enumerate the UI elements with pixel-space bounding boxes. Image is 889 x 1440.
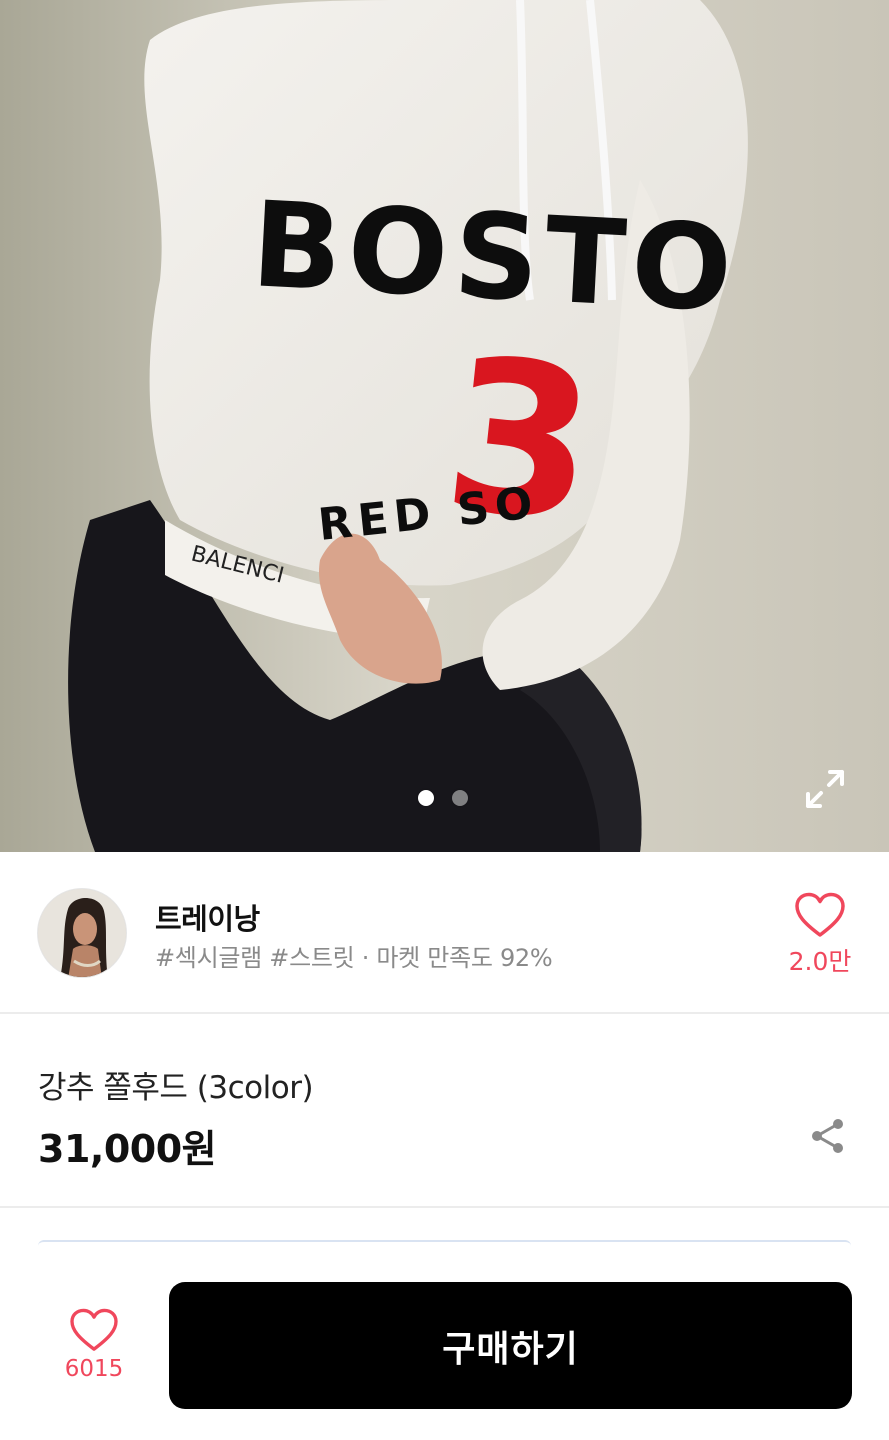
product-info: 강추 쫄후드 (3color) 31,000원 bbox=[0, 1014, 889, 1208]
shop-tags: #섹시글램 #스트릿 · 마켓 만족도 92% bbox=[155, 944, 553, 972]
share-icon bbox=[812, 1119, 843, 1153]
buy-button[interactable]: 구매하기 bbox=[169, 1282, 852, 1409]
wish-button[interactable]: 6015 bbox=[52, 1308, 136, 1382]
heart-outline-icon bbox=[70, 1308, 118, 1351]
shop-like-count: 2.0만 bbox=[788, 947, 852, 976]
carousel-dot-1[interactable] bbox=[418, 790, 434, 806]
product-photo[interactable]: BALENCI BOSTO 3 RED SO bbox=[0, 0, 889, 852]
heart-outline-icon bbox=[795, 892, 845, 937]
product-price: 31,000원 bbox=[38, 1127, 217, 1171]
avatar-image bbox=[38, 889, 126, 977]
buy-button-label: 구매하기 bbox=[442, 1327, 579, 1369]
shop-avatar[interactable] bbox=[37, 888, 127, 978]
expand-icon[interactable] bbox=[800, 764, 850, 814]
carousel-dot-2[interactable] bbox=[452, 790, 468, 806]
product-title: 강추 쫄후드 (3color) bbox=[38, 1070, 314, 1106]
share-button[interactable] bbox=[808, 1116, 848, 1156]
shop-name[interactable]: 트레이낭 bbox=[155, 896, 260, 938]
product-image: BALENCI BOSTO 3 RED SO bbox=[0, 0, 889, 852]
bottom-action-bar: 6015 구매하기 bbox=[0, 1246, 889, 1440]
fullscreen-icon bbox=[806, 770, 844, 808]
carousel-indicator bbox=[418, 790, 468, 806]
shop-info[interactable]: 트레이낭 #섹시글램 #스트릿 · 마켓 만족도 92% 2.0만 bbox=[0, 852, 889, 1014]
shop-like-button[interactable]: 2.0만 bbox=[782, 892, 858, 978]
wish-count: 6015 bbox=[64, 1356, 124, 1382]
